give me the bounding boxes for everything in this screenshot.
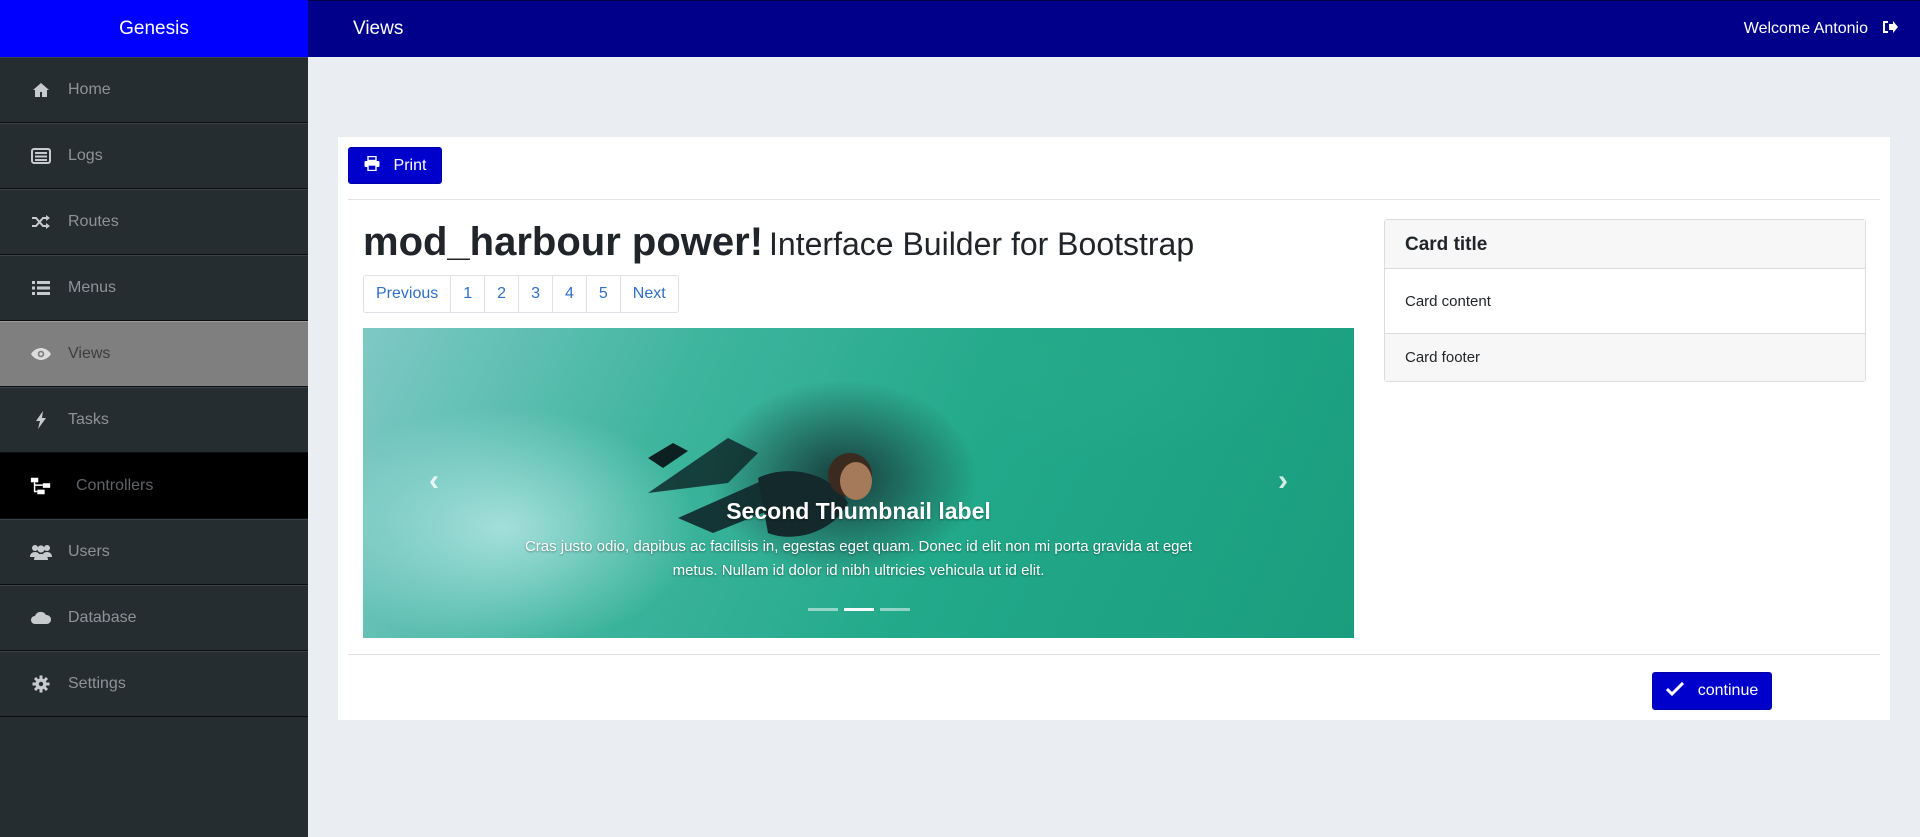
continue-label: continue [1697,682,1759,699]
list-alt-icon [30,147,52,165]
pagination-page-2[interactable]: 2 [484,276,518,312]
sidebar-item-label: Database [68,609,137,626]
sidebar: Home Logs Routes Menus Views Tasks Contr… [0,57,308,837]
carousel-indicator-active[interactable] [843,608,874,611]
pagination-page-4[interactable]: 4 [551,276,586,312]
top-bar: Views Welcome Antonio [308,0,1920,57]
sidebar-item-routes[interactable]: Routes [0,189,308,255]
eye-icon [30,345,52,363]
card-footer: Card footer [1385,334,1865,381]
sidebar-item-label: Menus [68,279,117,296]
gear-icon [30,675,52,693]
user-welcome: Welcome Antonio [1744,20,1898,39]
sidebar-item-database[interactable]: Database [0,585,308,651]
random-icon [30,213,52,231]
brand-logo[interactable]: Genesis [0,0,308,57]
info-card: Card title Card content Card footer [1384,219,1866,382]
carousel-prev-icon[interactable]: ‹ [429,464,439,498]
sidebar-item-logs[interactable]: Logs [0,123,308,189]
pagination-next[interactable]: Next [619,276,678,312]
pagination: Previous 1 2 3 4 5 Next [363,275,679,313]
sidebar-item-label: Controllers [76,477,154,494]
print-button[interactable]: Print [348,147,442,184]
image-carousel: ‹ › Second Thumbnail label Cras justo od… [363,328,1354,638]
heading-sub: Interface Builder for Bootstrap [769,226,1195,262]
divider [348,654,1880,655]
sidebar-item-users[interactable]: Users [0,519,308,585]
pagination-previous[interactable]: Previous [364,276,450,312]
caption-text: Cras justo odio, dapibus ac facilisis in… [524,538,1193,579]
caption-title: Second Thumbnail label [726,498,991,524]
pagination-page-1[interactable]: 1 [450,276,484,312]
card-content: Card content [1385,269,1865,334]
page-heading: mod_harbour power! Interface Builder for … [363,220,1194,265]
carousel-indicator[interactable] [879,608,910,611]
sidebar-item-label: Tasks [68,411,109,428]
divider [348,199,1880,200]
sidebar-item-settings[interactable]: Settings [0,651,308,717]
sidebar-item-label: Users [68,543,110,560]
sidebar-item-menus[interactable]: Menus [0,255,308,321]
brand-name: Genesis [119,17,189,39]
welcome-text: Welcome Antonio [1743,20,1868,37]
sidebar-item-controllers[interactable]: Controllers [0,453,308,519]
main-panel: Print mod_harbour power! Interface Builde… [338,137,1890,720]
carousel-indicators [363,608,1354,611]
pagination-page-5[interactable]: 5 [585,276,620,312]
page-title: Views [353,18,404,39]
sidebar-item-tasks[interactable]: Tasks [0,387,308,453]
carousel-caption: Second Thumbnail label Cras justo odio, … [363,498,1354,583]
sidebar-item-label: Views [68,345,111,362]
sidebar-item-label: Routes [68,213,119,230]
card-title: Card title [1385,220,1865,269]
sidebar-item-label: Home [68,81,111,98]
sidebar-item-label: Settings [68,675,126,692]
continue-button[interactable]: continue [1652,672,1772,710]
sidebar-item-home[interactable]: Home [0,57,308,123]
sidebar-item-label: Logs [68,147,103,164]
carousel-next-icon[interactable]: › [1278,464,1288,498]
users-icon [30,543,52,561]
cloud-icon [30,609,52,627]
print-icon [364,155,380,176]
sign-out-icon[interactable] [1882,20,1898,39]
heading-main: mod_harbour power! [363,220,764,264]
sidebar-item-views[interactable]: Views [0,321,308,387]
pagination-page-3[interactable]: 3 [518,276,552,312]
bolt-icon [30,411,52,429]
check-icon [1665,681,1684,701]
carousel-indicator[interactable] [807,608,838,611]
print-label: Print [393,156,427,174]
sitemap-icon [30,477,52,495]
list-icon [30,279,52,297]
home-icon [30,81,52,99]
